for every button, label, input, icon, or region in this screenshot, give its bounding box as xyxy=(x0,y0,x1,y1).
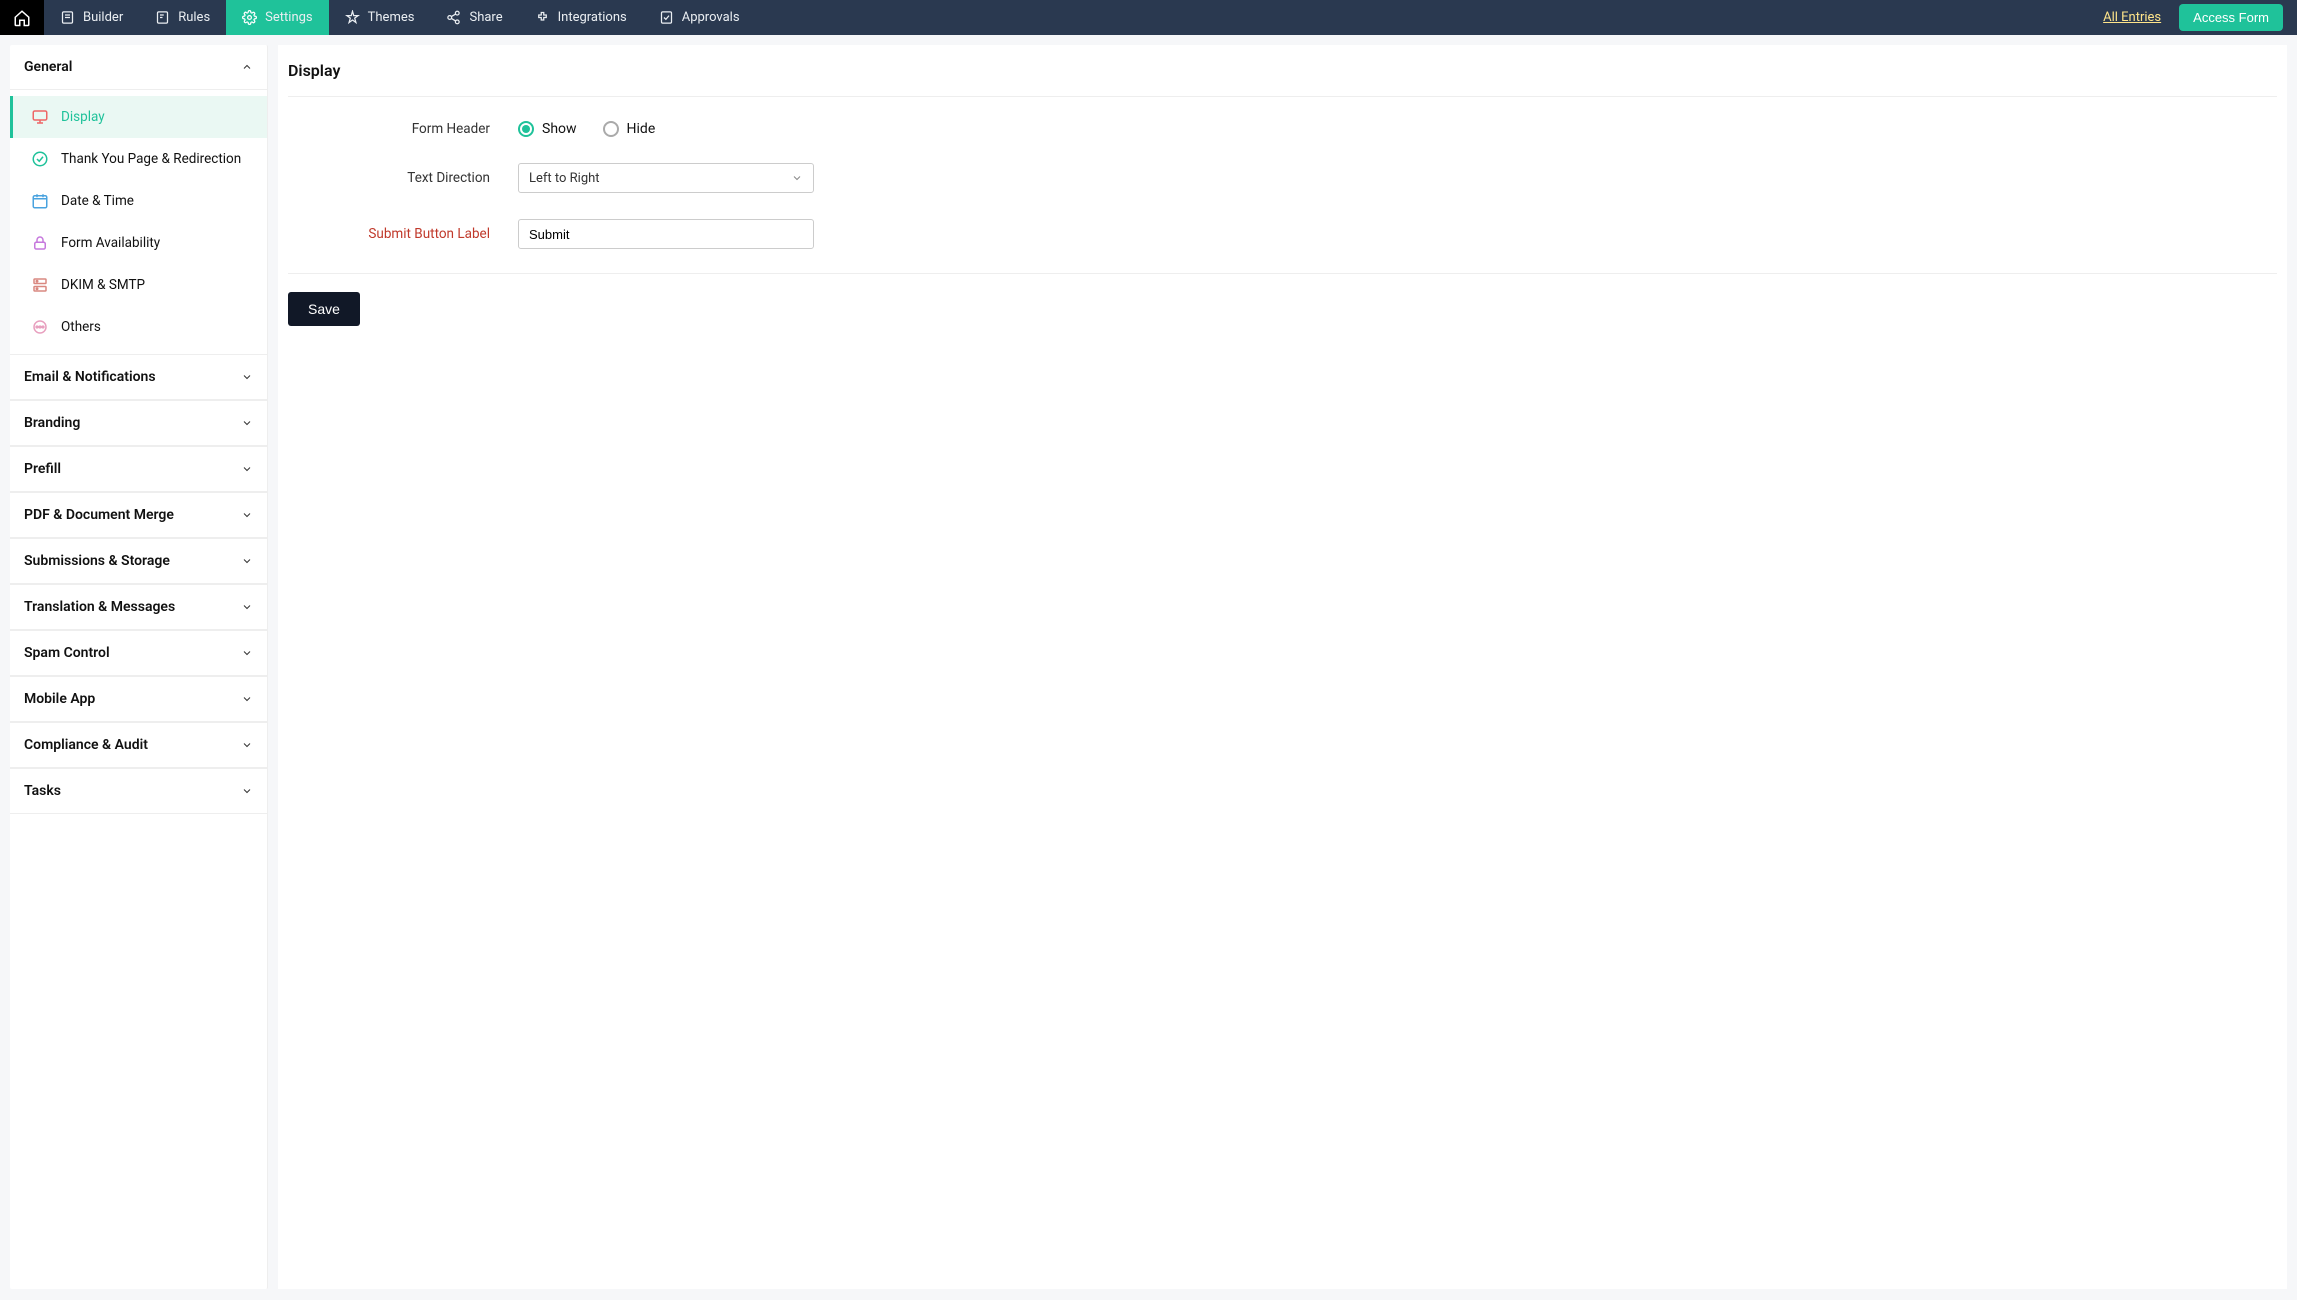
sidebar-item-availability[interactable]: Form Availability xyxy=(10,222,267,264)
sidebar-item-others[interactable]: Others xyxy=(10,306,267,348)
sidebar-group-prefill-label: Prefill xyxy=(24,461,61,477)
chevron-down-icon xyxy=(241,647,253,659)
settings-content: Display Form Header Show Hide xyxy=(278,45,2287,1289)
sidebar-item-dkim[interactable]: DKIM & SMTP xyxy=(10,264,267,306)
server-icon xyxy=(31,276,49,294)
chevron-down-icon xyxy=(241,601,253,613)
text-direction-select[interactable]: Left to Right xyxy=(518,163,814,193)
sidebar-item-others-label: Others xyxy=(61,319,101,335)
sidebar-group-pdf-label: PDF & Document Merge xyxy=(24,507,174,523)
sidebar-group-mobile-label: Mobile App xyxy=(24,691,95,707)
submit-button-label-input[interactable] xyxy=(529,227,803,242)
radio-hide-circle xyxy=(603,121,619,137)
nav-approvals[interactable]: Approvals xyxy=(643,0,756,35)
sidebar-group-general[interactable]: General xyxy=(10,45,267,90)
settings-icon xyxy=(242,10,257,25)
form-header-label: Form Header xyxy=(288,121,518,137)
nav-builder[interactable]: Builder xyxy=(44,0,139,35)
share-icon xyxy=(446,10,461,25)
sidebar-group-tasks[interactable]: Tasks xyxy=(10,768,267,814)
nav-share[interactable]: Share xyxy=(430,0,518,35)
sidebar-item-display[interactable]: Display xyxy=(10,96,267,138)
home-button[interactable] xyxy=(0,0,44,35)
radio-hide[interactable]: Hide xyxy=(603,121,656,137)
sidebar-group-translation[interactable]: Translation & Messages xyxy=(10,584,267,630)
approvals-icon xyxy=(659,10,674,25)
themes-icon xyxy=(345,10,360,25)
text-direction-value: Left to Right xyxy=(529,171,600,186)
chevron-down-icon xyxy=(241,371,253,383)
sidebar-group-branding-label: Branding xyxy=(24,415,80,431)
sidebar-group-compliance-label: Compliance & Audit xyxy=(24,737,148,753)
nav-builder-label: Builder xyxy=(83,10,123,25)
radio-show[interactable]: Show xyxy=(518,121,577,137)
sidebar-group-spam[interactable]: Spam Control xyxy=(10,630,267,676)
nav-rules[interactable]: Rules xyxy=(139,0,226,35)
all-entries-link[interactable]: All Entries xyxy=(2103,10,2161,25)
chevron-down-icon xyxy=(241,417,253,429)
chevron-up-icon xyxy=(241,61,253,73)
radio-hide-label: Hide xyxy=(627,121,656,137)
settings-sidebar: General Display Thank You Page & Redirec… xyxy=(10,45,268,1289)
home-icon xyxy=(13,9,31,27)
nav-integrations-label: Integrations xyxy=(558,10,627,25)
calendar-icon xyxy=(31,192,49,210)
radio-show-label: Show xyxy=(542,121,577,137)
chevron-down-icon xyxy=(791,172,803,184)
submit-button-label-label: Submit Button Label xyxy=(288,226,518,242)
nav-settings[interactable]: Settings xyxy=(226,0,328,35)
sidebar-item-display-label: Display xyxy=(61,109,105,125)
nav-rules-label: Rules xyxy=(178,10,210,25)
sidebar-item-dkim-label: DKIM & SMTP xyxy=(61,277,145,293)
chevron-down-icon xyxy=(241,509,253,521)
sidebar-item-thankyou-label: Thank You Page & Redirection xyxy=(61,151,241,167)
lock-icon xyxy=(31,234,49,252)
nav-themes[interactable]: Themes xyxy=(329,0,431,35)
sidebar-group-submissions[interactable]: Submissions & Storage xyxy=(10,538,267,584)
sidebar-item-datetime[interactable]: Date & Time xyxy=(10,180,267,222)
chevron-down-icon xyxy=(241,739,253,751)
integrations-icon xyxy=(535,10,550,25)
chevron-down-icon xyxy=(241,693,253,705)
sidebar-group-translation-label: Translation & Messages xyxy=(24,599,175,615)
access-form-button[interactable]: Access Form xyxy=(2179,4,2283,31)
rules-icon xyxy=(155,10,170,25)
nav-share-label: Share xyxy=(469,10,502,25)
chevron-down-icon xyxy=(241,785,253,797)
page-title: Display xyxy=(288,51,2277,97)
sidebar-item-datetime-label: Date & Time xyxy=(61,193,134,209)
sidebar-group-pdf[interactable]: PDF & Document Merge xyxy=(10,492,267,538)
sidebar-group-prefill[interactable]: Prefill xyxy=(10,446,267,492)
chevron-down-icon xyxy=(241,463,253,475)
save-button[interactable]: Save xyxy=(288,292,360,326)
sidebar-group-email[interactable]: Email & Notifications xyxy=(10,354,267,400)
sidebar-item-thankyou[interactable]: Thank You Page & Redirection xyxy=(10,138,267,180)
builder-icon xyxy=(60,10,75,25)
sidebar-group-submissions-label: Submissions & Storage xyxy=(24,553,170,569)
nav-themes-label: Themes xyxy=(368,10,415,25)
top-nav-bar: Builder Rules Settings Themes Share Inte… xyxy=(0,0,2297,35)
radio-show-circle xyxy=(518,121,534,137)
sidebar-group-compliance[interactable]: Compliance & Audit xyxy=(10,722,267,768)
sidebar-group-tasks-label: Tasks xyxy=(24,783,61,799)
chevron-down-icon xyxy=(241,555,253,567)
text-direction-label: Text Direction xyxy=(288,170,518,186)
sidebar-group-spam-label: Spam Control xyxy=(24,645,110,661)
nav-integrations[interactable]: Integrations xyxy=(519,0,643,35)
sidebar-group-general-label: General xyxy=(24,59,72,75)
sidebar-group-branding[interactable]: Branding xyxy=(10,400,267,446)
sidebar-group-email-label: Email & Notifications xyxy=(24,369,156,385)
sidebar-item-availability-label: Form Availability xyxy=(61,235,160,251)
check-circle-icon xyxy=(31,150,49,168)
nav-settings-label: Settings xyxy=(265,10,312,25)
dots-icon xyxy=(31,318,49,336)
nav-approvals-label: Approvals xyxy=(682,10,740,25)
sidebar-group-mobile[interactable]: Mobile App xyxy=(10,676,267,722)
monitor-icon xyxy=(31,108,49,126)
submit-button-label-input-wrapper xyxy=(518,219,814,249)
